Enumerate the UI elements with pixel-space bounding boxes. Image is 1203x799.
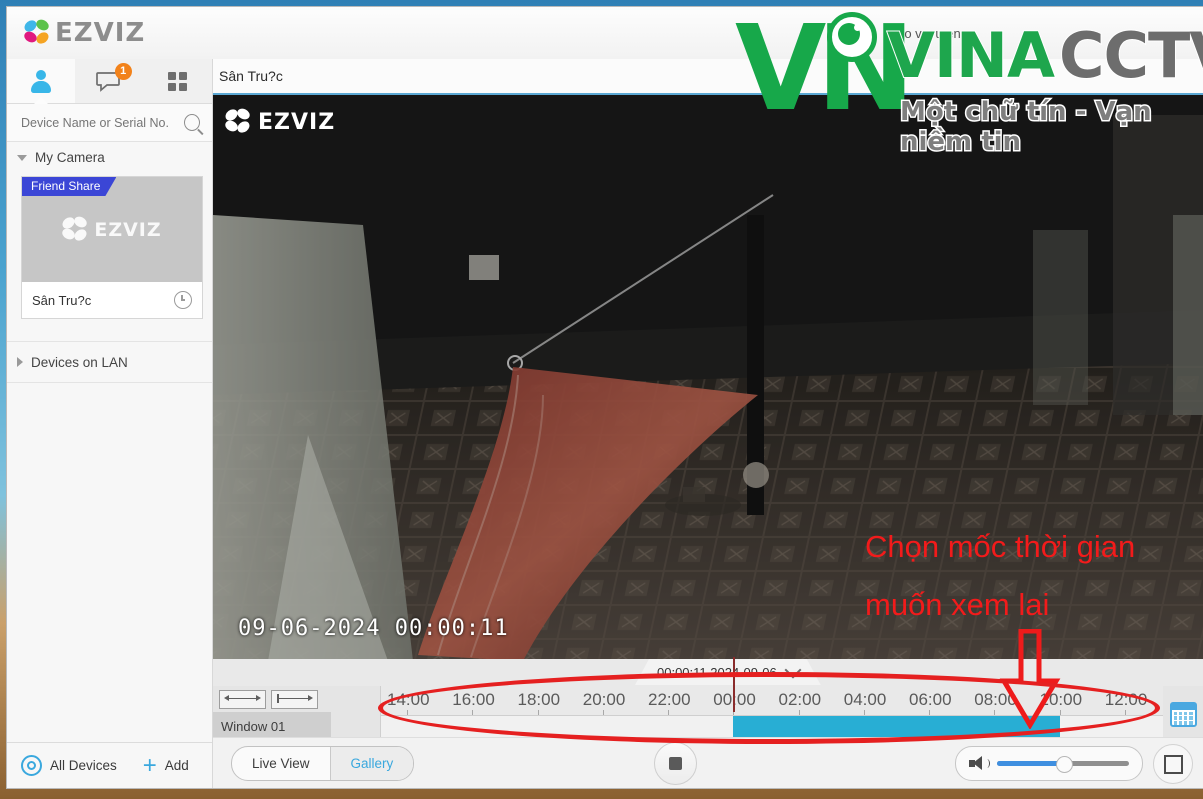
volume-slider-knob[interactable] bbox=[1056, 756, 1073, 773]
stop-icon bbox=[669, 757, 682, 770]
thumbnail-ezviz-logo: EZVIZ bbox=[60, 214, 162, 243]
timeline-tick-mark bbox=[668, 710, 669, 715]
chevron-right-icon bbox=[17, 357, 23, 367]
timeline-playhead[interactable] bbox=[733, 657, 735, 712]
playback-control-bar: Live View Gallery bbox=[213, 737, 1203, 788]
ezviz-application-window: EZVIZ dz o v c u enu 1 Device Name or Se… bbox=[7, 7, 1203, 788]
page-title: Sân Tru?c bbox=[219, 68, 283, 84]
timeline-tick-label: 12:00 bbox=[1104, 690, 1148, 709]
timeline-tick-mark bbox=[994, 710, 996, 715]
tab-live-view[interactable]: Live View bbox=[232, 747, 330, 780]
speaker-icon[interactable] bbox=[969, 756, 990, 771]
timeline-tick-label: 16:00 bbox=[452, 690, 495, 709]
sidebar-item-apps[interactable] bbox=[144, 59, 212, 103]
volume-slider-track[interactable] bbox=[997, 756, 1129, 773]
timeline-tick-label: 18:00 bbox=[517, 690, 561, 709]
all-devices-label: All Devices bbox=[50, 758, 117, 773]
sidebar-group-label: My Camera bbox=[35, 150, 105, 165]
sidebar-footer: All Devices + Add bbox=[7, 742, 212, 788]
ezviz-wordmark: EZVIZ bbox=[55, 18, 146, 48]
grid-icon bbox=[168, 71, 188, 91]
timeline-tick-mark bbox=[537, 710, 539, 715]
timeline-tick-label: 22:00 bbox=[648, 690, 691, 709]
sidebar-icon-row: 1 bbox=[7, 59, 212, 104]
sidebar-item-messages[interactable]: 1 bbox=[75, 59, 143, 103]
account-icon bbox=[31, 70, 52, 93]
clock-icon[interactable] bbox=[174, 291, 192, 309]
add-device-button[interactable]: + Add bbox=[142, 751, 189, 779]
application-header: EZVIZ dz o v c u enu bbox=[7, 7, 1203, 60]
search-icon[interactable] bbox=[184, 114, 200, 131]
camera-card-footer: Sân Tru?c bbox=[22, 282, 202, 318]
timeline-tick-mark bbox=[863, 710, 865, 715]
fullscreen-button[interactable] bbox=[1153, 744, 1193, 784]
ezviz-petal-icon bbox=[223, 106, 253, 135]
sidebar-group-devices-on-lan[interactable]: Devices on LAN bbox=[7, 341, 212, 383]
timeline-tick-mark bbox=[798, 710, 800, 715]
annotation-line-2: muốn xem lai bbox=[865, 587, 1050, 622]
video-frame bbox=[213, 95, 1203, 661]
ezviz-petal-icon bbox=[22, 17, 52, 46]
time-selector-dropdown[interactable]: 00:00:11 2024-09-06 bbox=[635, 659, 821, 685]
calendar-button[interactable] bbox=[1163, 686, 1203, 742]
sidebar-item-account[interactable] bbox=[7, 59, 76, 104]
timeline-tick-label: 04:00 bbox=[843, 690, 887, 709]
timeline-zoom-buttons bbox=[213, 686, 380, 712]
annotation-line-1: Chọn mốc thời gian bbox=[865, 529, 1136, 564]
friend-share-badge: Friend Share bbox=[22, 177, 116, 196]
volume-control[interactable] bbox=[955, 746, 1143, 781]
sidebar-group-my-camera[interactable]: My Camera bbox=[7, 142, 212, 173]
add-label: Add bbox=[164, 758, 189, 773]
video-overlay-wordmark: EZVIZ bbox=[258, 109, 336, 135]
timeline-tick-mark bbox=[407, 710, 408, 715]
gear-icon bbox=[21, 755, 42, 776]
down-arrow-annotation-icon bbox=[999, 629, 1061, 729]
timeline-tick-label: 14:00 bbox=[387, 690, 430, 709]
all-devices-button[interactable]: All Devices bbox=[21, 755, 117, 776]
ezviz-logo: EZVIZ bbox=[22, 17, 146, 48]
selected-time-value: 00:00:11 2024-09-06 bbox=[657, 664, 777, 680]
video-viewport[interactable]: EZVIZ 09-06-2024 00:00:11 bbox=[213, 93, 1203, 661]
timeline-tick-label: 02:00 bbox=[778, 690, 822, 709]
video-timestamp: 09-06-2024 00:00:11 bbox=[238, 616, 509, 641]
camera-title-bar: Sân Tru?c bbox=[213, 59, 1203, 93]
chevron-down-icon[interactable] bbox=[784, 661, 801, 678]
fullscreen-icon bbox=[1163, 754, 1183, 774]
plus-icon: + bbox=[142, 751, 157, 779]
calendar-icon bbox=[1169, 701, 1197, 727]
sidebar: 1 My Camera Friend Share EZVIZ bbox=[7, 59, 213, 788]
main-panel: Sân Tru?c EZVIZ 09-06-2024 00:00:11 Chọn… bbox=[213, 59, 1203, 788]
timeline-zoom-out-button[interactable] bbox=[219, 689, 266, 709]
timeline-tick-label: 20:00 bbox=[582, 690, 626, 709]
header-menu-text: dz o v c u enu bbox=[887, 26, 968, 41]
stop-button[interactable] bbox=[654, 742, 697, 785]
camera-card[interactable]: Friend Share EZVIZ Sân Tru?c bbox=[21, 176, 203, 319]
timeline-tick-mark bbox=[929, 710, 930, 715]
timeline-tick-label: 06:00 bbox=[909, 690, 952, 709]
volume-slider-fill bbox=[997, 761, 1063, 766]
video-overlay-logo: EZVIZ bbox=[223, 106, 336, 135]
camera-thumbnail[interactable]: Friend Share EZVIZ bbox=[22, 177, 202, 282]
tab-gallery[interactable]: Gallery bbox=[329, 747, 414, 780]
ezviz-petal-icon bbox=[60, 214, 90, 243]
view-mode-toggle: Live View Gallery bbox=[231, 746, 415, 781]
chevron-down-icon bbox=[17, 154, 27, 161]
timeline-zoom-in-button[interactable] bbox=[271, 689, 318, 709]
timeline-left-column: Window 01 bbox=[213, 686, 381, 742]
timeline-tick-mark bbox=[602, 710, 604, 715]
thumbnail-wordmark: EZVIZ bbox=[94, 218, 162, 241]
camera-name: Sân Tru?c bbox=[32, 292, 92, 308]
sidebar-group-label: Devices on LAN bbox=[31, 354, 128, 370]
timeline-tick-mark bbox=[1124, 710, 1126, 715]
search-input[interactable] bbox=[19, 114, 184, 131]
timeline-tick-mark bbox=[472, 710, 474, 715]
message-badge: 1 bbox=[114, 63, 132, 80]
search-row[interactable] bbox=[7, 104, 212, 142]
